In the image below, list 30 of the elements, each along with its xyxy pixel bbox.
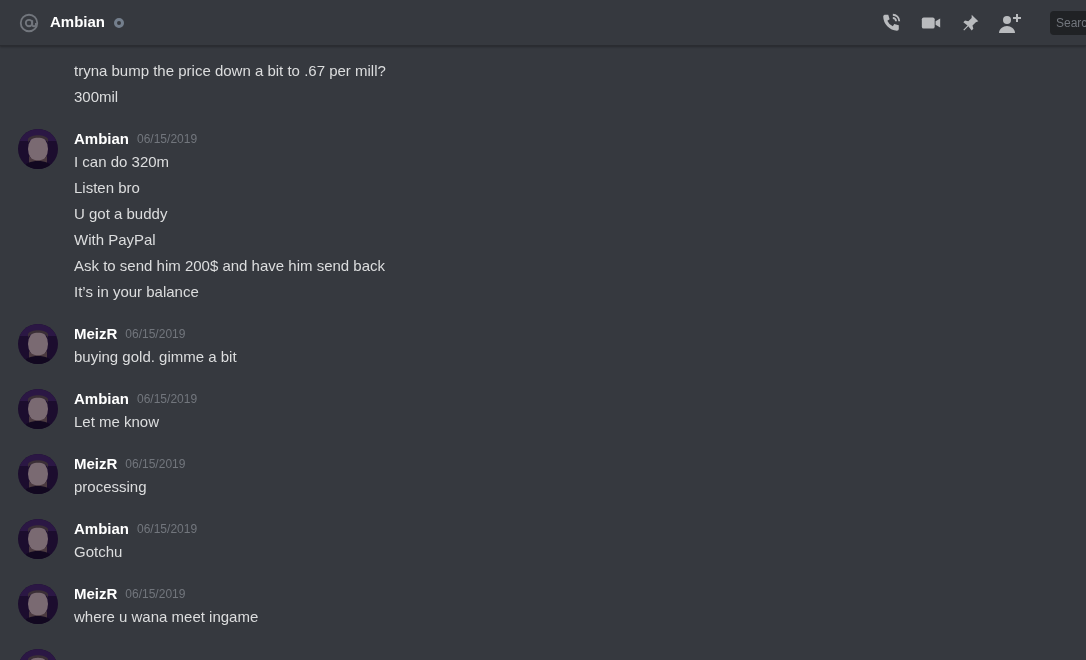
author-name: Ambian [74,388,129,409]
author-name: MeizR [74,453,118,474]
message-text: Let me know [74,412,161,432]
message-text: U got a buddy [74,204,169,224]
message-text: With PayPal [74,230,157,250]
message-text: Gotchu [74,542,124,562]
timestamp: 06/15/2019 [137,521,198,538]
message-text: 300mil [74,87,120,107]
at-icon [18,11,40,34]
timestamp: 06/15/2019 [137,131,198,148]
author-name: Ambian [74,518,129,539]
message-text: I can do 320m [74,152,171,172]
timestamp: 06/15/2019 [125,326,186,343]
message-text: buying gold. gimme a bit [74,347,237,367]
message-text: processing [74,477,148,497]
author-name: Ambian [74,128,129,149]
author-name: MeizR [74,323,118,344]
timestamp: 06/15/2019 [125,456,186,473]
message-text: Listen bro [74,178,141,198]
phone-call-icon[interactable] [880,11,902,34]
message-text: where u wana meet ingame [74,607,259,627]
timestamp: 06/15/2019 [125,586,186,603]
message-text: tryna bump the price down a bit to .67 per mill? [74,61,386,81]
add-friend-icon[interactable] [998,11,1022,34]
message-text: Ask to send him 200$ and have him send back [74,256,386,276]
channel-name: Ambian [50,12,105,33]
author-name: MeizR [74,583,118,604]
pin-icon[interactable] [960,12,980,33]
message-text: It’s in your balance [74,282,200,302]
timestamp: 06/15/2019 [137,391,198,408]
